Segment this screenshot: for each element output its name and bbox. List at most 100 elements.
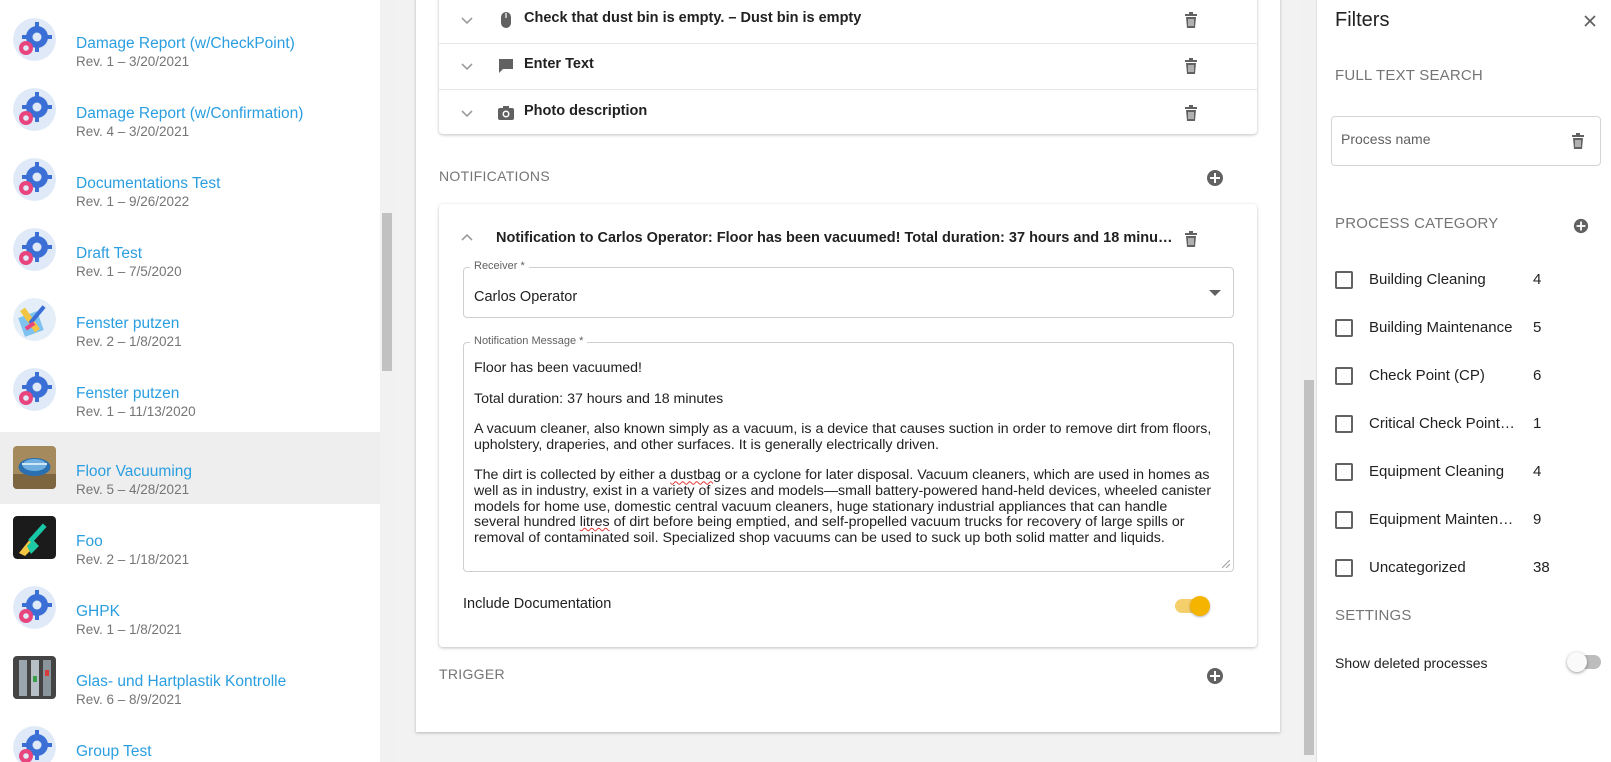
process-name[interactable]: Group Test	[76, 743, 152, 761]
process-revision: Rev. 1 – 1/8/2021	[76, 622, 182, 637]
add-trigger-icon[interactable]	[1206, 667, 1224, 685]
process-revision: Rev. 2 – 1/8/2021	[76, 334, 182, 349]
checkbox[interactable]	[1335, 463, 1353, 481]
gear-icon	[13, 228, 56, 271]
process-name[interactable]: Damage Report (w/Confirmation)	[76, 105, 303, 123]
checkbox[interactable]	[1335, 367, 1353, 385]
category-label: Building Cleaning	[1369, 271, 1486, 288]
step-row[interactable]: Check that dust bin is empty. – Dust bin…	[439, 0, 1257, 44]
dropdown-arrow-icon[interactable]	[1209, 290, 1221, 296]
camera-icon	[498, 106, 514, 120]
process-revision: Rev. 1 – 7/5/2020	[76, 264, 182, 279]
gear-icon	[13, 88, 56, 131]
trash-icon[interactable]	[1182, 230, 1200, 248]
filters-panel: Filters FULL TEXT SEARCH PROCESS CATEGOR…	[1316, 0, 1611, 762]
trash-icon[interactable]	[1182, 57, 1200, 75]
add-notification-icon[interactable]	[1206, 169, 1224, 187]
category-count: 6	[1533, 367, 1542, 384]
process-name[interactable]: Fenster putzen	[76, 315, 179, 333]
category-item[interactable]: Critical Check Point (CCP) 1	[1335, 412, 1595, 436]
message-text[interactable]: Floor has been vacuumed! Total duration:…	[474, 360, 1214, 561]
process-name[interactable]: GHPK	[76, 603, 120, 621]
message-paragraph: Floor has been vacuumed!	[474, 360, 642, 376]
category-label: Uncategorized	[1369, 559, 1466, 576]
process-revision: Rev. 2 – 1/18/2021	[76, 552, 190, 567]
process-revision: Rev. 1 – 3/20/2021	[76, 54, 190, 69]
list-item-selected[interactable]: Floor Vacuuming Rev. 5 – 4/28/2021	[0, 432, 380, 504]
checkbox[interactable]	[1335, 271, 1353, 289]
process-name[interactable]: Fenster putzen	[76, 385, 179, 403]
list-item[interactable]: Foo Rev. 2 – 1/18/2021	[0, 502, 380, 574]
show-deleted-toggle[interactable]	[1567, 650, 1603, 674]
gear-icon	[13, 158, 56, 201]
process-name[interactable]: Damage Report (w/CheckPoint)	[76, 35, 295, 53]
receiver-select[interactable]: Receiver * Carlos Operator	[463, 260, 1234, 318]
steps-list: Check that dust bin is empty. – Dust bin…	[439, 0, 1257, 134]
search-input[interactable]	[1341, 131, 1561, 147]
category-item[interactable]: Equipment Cleaning 4	[1335, 460, 1595, 484]
category-label: Critical Check Point (CCP)	[1369, 415, 1519, 432]
trash-icon[interactable]	[1182, 104, 1200, 122]
notification-message-field[interactable]: Notification Message * Floor has been va…	[463, 335, 1234, 572]
category-item[interactable]: Equipment Maintenance 9	[1335, 508, 1595, 532]
toggle-knob[interactable]	[1567, 652, 1587, 672]
chevron-down-icon[interactable]	[459, 12, 475, 28]
scrollbar-thumb[interactable]	[382, 213, 392, 371]
process-name[interactable]: Floor Vacuuming	[76, 463, 192, 481]
notifications-label: NOTIFICATIONS	[439, 168, 550, 184]
list-item[interactable]: Fenster putzen Rev. 1 – 11/13/2020	[0, 354, 380, 426]
step-row[interactable]: Photo description	[439, 89, 1257, 137]
receiver-label: Receiver *	[470, 260, 529, 272]
process-revision: Rev. 1 – 11/13/2020	[76, 404, 196, 419]
filters-title: Filters	[1335, 9, 1390, 31]
category-item[interactable]: Uncategorized 38	[1335, 556, 1595, 580]
resize-handle-icon[interactable]	[1222, 560, 1230, 568]
comment-icon	[499, 59, 513, 73]
full-text-search-label: FULL TEXT SEARCH	[1335, 67, 1483, 84]
process-name[interactable]: Documentations Test	[76, 175, 220, 193]
category-count: 4	[1533, 271, 1542, 288]
list-item[interactable]: Glas- und Hartplastik Kontrolle Rev. 6 –…	[0, 642, 380, 714]
trash-icon[interactable]	[1569, 132, 1587, 150]
spellcheck-word: dustbag	[670, 467, 721, 484]
editor-scrollbar[interactable]	[1302, 0, 1316, 762]
checkbox[interactable]	[1335, 511, 1353, 529]
category-item[interactable]: Building Cleaning 4	[1335, 268, 1595, 292]
glass-photo	[13, 656, 56, 699]
category-item[interactable]: Building Maintenance 5	[1335, 316, 1595, 340]
process-name[interactable]: Draft Test	[76, 245, 142, 263]
chevron-up-icon[interactable]	[459, 230, 475, 246]
category-label: Equipment Cleaning	[1369, 463, 1505, 480]
search-field[interactable]	[1331, 116, 1601, 166]
list-item[interactable]: Group Test	[0, 712, 380, 762]
category-count: 5	[1533, 319, 1542, 336]
process-name[interactable]: Foo	[76, 533, 103, 551]
include-documentation-toggle[interactable]	[1175, 593, 1211, 619]
list-item[interactable]: Documentations Test Rev. 1 – 9/26/2022	[0, 144, 380, 216]
add-category-icon[interactable]	[1573, 218, 1589, 234]
trigger-label: TRIGGER	[439, 666, 505, 682]
left-scrollbar[interactable]	[380, 0, 394, 762]
notification-card: Notification to Carlos Operator: Floor h…	[439, 204, 1257, 647]
scrollbar-thumb[interactable]	[1304, 380, 1314, 755]
list-item[interactable]: Draft Test Rev. 1 – 7/5/2020	[0, 214, 380, 286]
step-row[interactable]: Enter Text	[439, 42, 1257, 90]
list-item[interactable]: Damage Report (w/CheckPoint) Rev. 1 – 3/…	[0, 4, 380, 76]
category-item[interactable]: Check Point (CP) 6	[1335, 364, 1595, 388]
message-text-run: The dirt is collected by either a	[474, 467, 671, 484]
checkbox[interactable]	[1335, 559, 1353, 577]
process-category-label: PROCESS CATEGORY	[1335, 215, 1499, 232]
chevron-down-icon[interactable]	[459, 105, 475, 121]
message-label: Notification Message *	[470, 335, 588, 347]
gear-icon	[13, 368, 56, 411]
checkbox[interactable]	[1335, 415, 1353, 433]
toggle-knob[interactable]	[1190, 596, 1210, 616]
close-icon[interactable]	[1583, 14, 1597, 28]
list-item[interactable]: GHPK Rev. 1 – 1/8/2021	[0, 572, 380, 644]
list-item[interactable]: Damage Report (w/Confirmation) Rev. 4 – …	[0, 74, 380, 146]
trash-icon[interactable]	[1182, 11, 1200, 29]
process-name[interactable]: Glas- und Hartplastik Kontrolle	[76, 673, 286, 691]
checkbox[interactable]	[1335, 319, 1353, 337]
chevron-down-icon[interactable]	[459, 58, 475, 74]
list-item[interactable]: Fenster putzen Rev. 2 – 1/8/2021	[0, 284, 380, 356]
